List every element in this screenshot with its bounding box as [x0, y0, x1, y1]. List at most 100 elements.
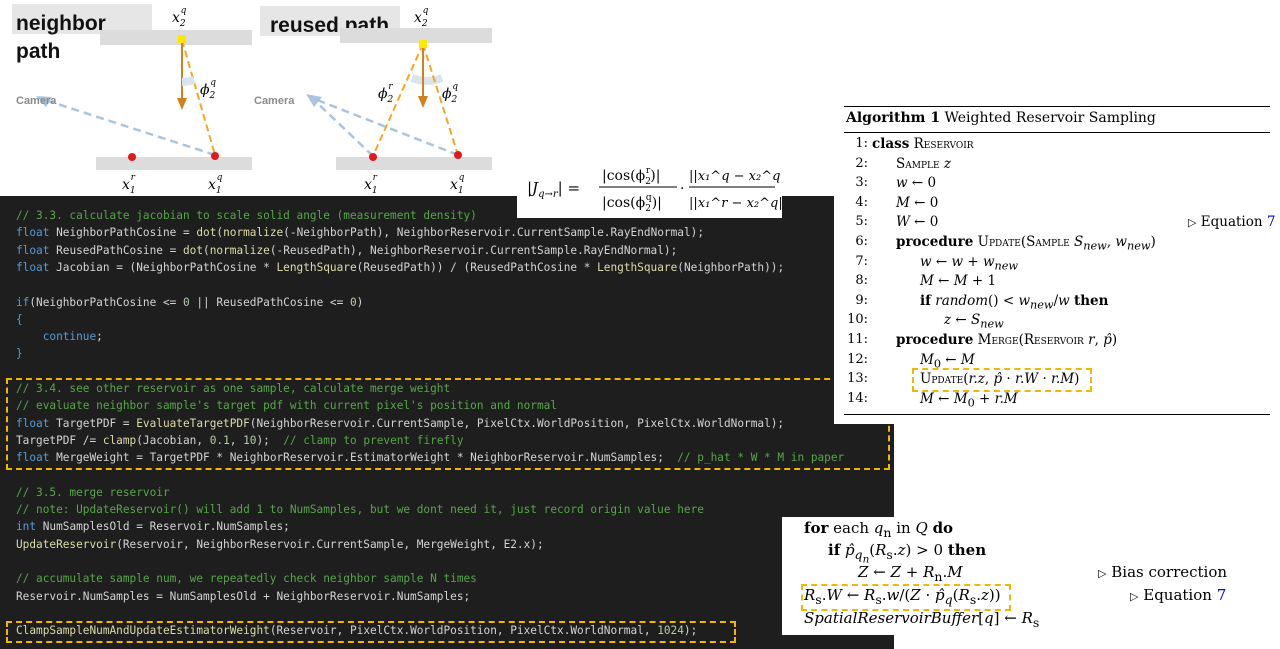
- line-number: 6:: [855, 234, 868, 249]
- bottom-rule: [844, 414, 1270, 415]
- snippet-line-1: for each qn in Q do: [804, 519, 954, 540]
- line-number: 12:: [847, 351, 868, 367]
- distance-numerator: ||x₁^q − x₂^q||²: [689, 169, 782, 184]
- code-line: // 3.5. merge reservoir: [16, 484, 170, 501]
- code-token: 0: [349, 295, 357, 309]
- code-token: float: [16, 226, 50, 240]
- algorithm-line: procedure Merge(Reservoir r, p̂): [896, 332, 1118, 348]
- camera-ray-r: [311, 97, 374, 157]
- code-line: continue;: [16, 328, 103, 345]
- bias-correction-comment: ▷ Bias correction: [1098, 563, 1228, 581]
- normal-arrowhead: [418, 96, 428, 108]
- angle-arc: [181, 76, 196, 86]
- distance-denominator: ||x₁^r − x₂^q||²: [689, 196, 782, 211]
- code-line: UpdateReservoir(Reservoir, NeighborReser…: [16, 536, 544, 553]
- code-token: (-NeighborPath), NeighborReservoir.Curre…: [283, 226, 704, 240]
- algorithm-line: class Reservoir: [872, 136, 974, 152]
- bottom-surface: [96, 157, 252, 170]
- phi-r-label: ϕ2r: [378, 82, 394, 105]
- reused-path-diagram: reused path Camera x2q ϕ2r ϕ2q x1r x1q: [252, 0, 496, 196]
- code-token: ;: [96, 330, 103, 344]
- jacobian-formula-svg: |Jq→r| = |cos(ϕ2r)| |cos(ϕ2q)| · ||x₁^q …: [527, 166, 782, 214]
- line-number: 1:: [855, 136, 868, 151]
- clamp-call-highlight: [6, 621, 736, 643]
- code-token: }: [16, 347, 23, 361]
- code-token: normalize: [209, 243, 270, 257]
- x1r-label: x1r: [364, 173, 378, 196]
- x1q-point: [454, 151, 462, 159]
- line-number: 11:: [847, 332, 868, 347]
- code-token: if: [16, 295, 30, 309]
- x2q-point: [178, 35, 186, 43]
- code-token: float: [16, 260, 50, 274]
- code-line: // 3.3. calculate jacobian to scale soli…: [16, 207, 477, 224]
- algorithm-line: Sample z: [896, 155, 951, 172]
- camera-ray: [41, 97, 216, 157]
- code-token: (-ReusedPath), NeighborReservoir.Current…: [269, 243, 678, 257]
- code-token: (ReusedPath)) / (ReusedPathCosine *: [356, 260, 598, 274]
- code-token: continue: [42, 330, 97, 344]
- line-number: 2:: [855, 155, 868, 171]
- code-line: // accumulate sample num, we repeatedly …: [16, 570, 477, 587]
- code-line: if(NeighborPathCosine <= 0 || ReusedPath…: [16, 294, 363, 311]
- code-token: dot: [183, 243, 204, 257]
- cos-denominator: |cos(ϕ2q)|: [602, 193, 662, 214]
- algorithm-line: if random() < wnew/w then: [920, 292, 1109, 312]
- line-number: 4:: [855, 194, 868, 210]
- merge-weight-highlight: [6, 378, 890, 470]
- code-token: Jacobian = (NeighborPathCosine *: [49, 260, 277, 274]
- line-number: 9:: [855, 292, 868, 308]
- neighbor-path-diagram: neighbor path Camera x2q ϕ2q x1r x1q: [8, 0, 252, 196]
- code-token: 0: [182, 295, 190, 309]
- x1r-point: [369, 153, 377, 161]
- equation-link[interactable]: 7: [1267, 214, 1276, 230]
- line-number: 7:: [855, 253, 868, 269]
- code-line: float ReusedPathCosine = dot(normalize(-…: [16, 242, 677, 259]
- x2q-label: x2q: [414, 6, 429, 29]
- top-surface: [340, 28, 492, 43]
- cos-numerator: |cos(ϕ2r)|: [602, 166, 660, 187]
- x1q-point: [211, 152, 219, 160]
- algorithm-line: W ← 0: [896, 214, 939, 231]
- code-line: Reservoir.NumSamples = NumSamplesOld + N…: [16, 588, 470, 605]
- algorithm-line: procedure Update(Sample Snew, wnew): [896, 234, 1156, 253]
- code-token: || ReusedPathCosine <=: [189, 295, 350, 309]
- x1q-label: x1q: [450, 173, 465, 196]
- line-number: 14:: [847, 390, 868, 406]
- code-token: ): [356, 295, 364, 309]
- line-number: 5:: [855, 214, 868, 230]
- top-surface: [100, 30, 252, 45]
- neighbor-path-svg: Camera x2q ϕ2q x1r x1q: [16, 6, 252, 196]
- code-token: LengthSquare: [597, 260, 678, 274]
- multiply-dot: ·: [680, 181, 684, 197]
- algorithm-line: M ← M + 1: [920, 273, 997, 290]
- code-token: // 3.5. merge reservoir: [16, 485, 170, 499]
- x1r-point: [128, 153, 136, 161]
- code-token: UpdateReservoir: [16, 537, 117, 551]
- update-call-highlight: [912, 368, 1092, 392]
- snippet-line-5: SpatialReservoirBuffer[q] ← Rs: [804, 609, 1040, 630]
- code-token: (: [203, 243, 210, 257]
- line-number: 3:: [855, 175, 868, 191]
- algorithm-line: w ← w + wnew: [920, 253, 1019, 273]
- algorithm-line: M ← 0: [896, 194, 939, 211]
- heading-rule: [844, 132, 1270, 133]
- camera-label: Camera: [254, 95, 295, 107]
- equation-link[interactable]: 7: [1217, 586, 1227, 604]
- line-number: 10:: [847, 312, 868, 328]
- camera-ray-q: [311, 96, 459, 157]
- code-token: int: [16, 520, 37, 534]
- code-token: // note: UpdateReservoir() will add 1 to…: [16, 503, 704, 517]
- code-line: // note: UpdateReservoir() will add 1 to…: [16, 501, 704, 518]
- algorithm-line: M ← M0 + r.M: [920, 390, 1018, 410]
- algorithm-line: z ← Snew: [944, 312, 1004, 332]
- code-token: (NeighborPath));: [677, 260, 785, 274]
- x2q-point: [419, 40, 427, 48]
- code-token: NeighborPathCosine =: [49, 226, 197, 240]
- phi-label: ϕ2q: [200, 78, 216, 101]
- code-line: float Jacobian = (NeighborPathCosine * L…: [16, 259, 784, 276]
- code-token: NumSamplesOld = Reservoir.NumSamples;: [36, 520, 290, 534]
- code-token: dot: [196, 226, 217, 240]
- camera-label: Camera: [16, 95, 57, 107]
